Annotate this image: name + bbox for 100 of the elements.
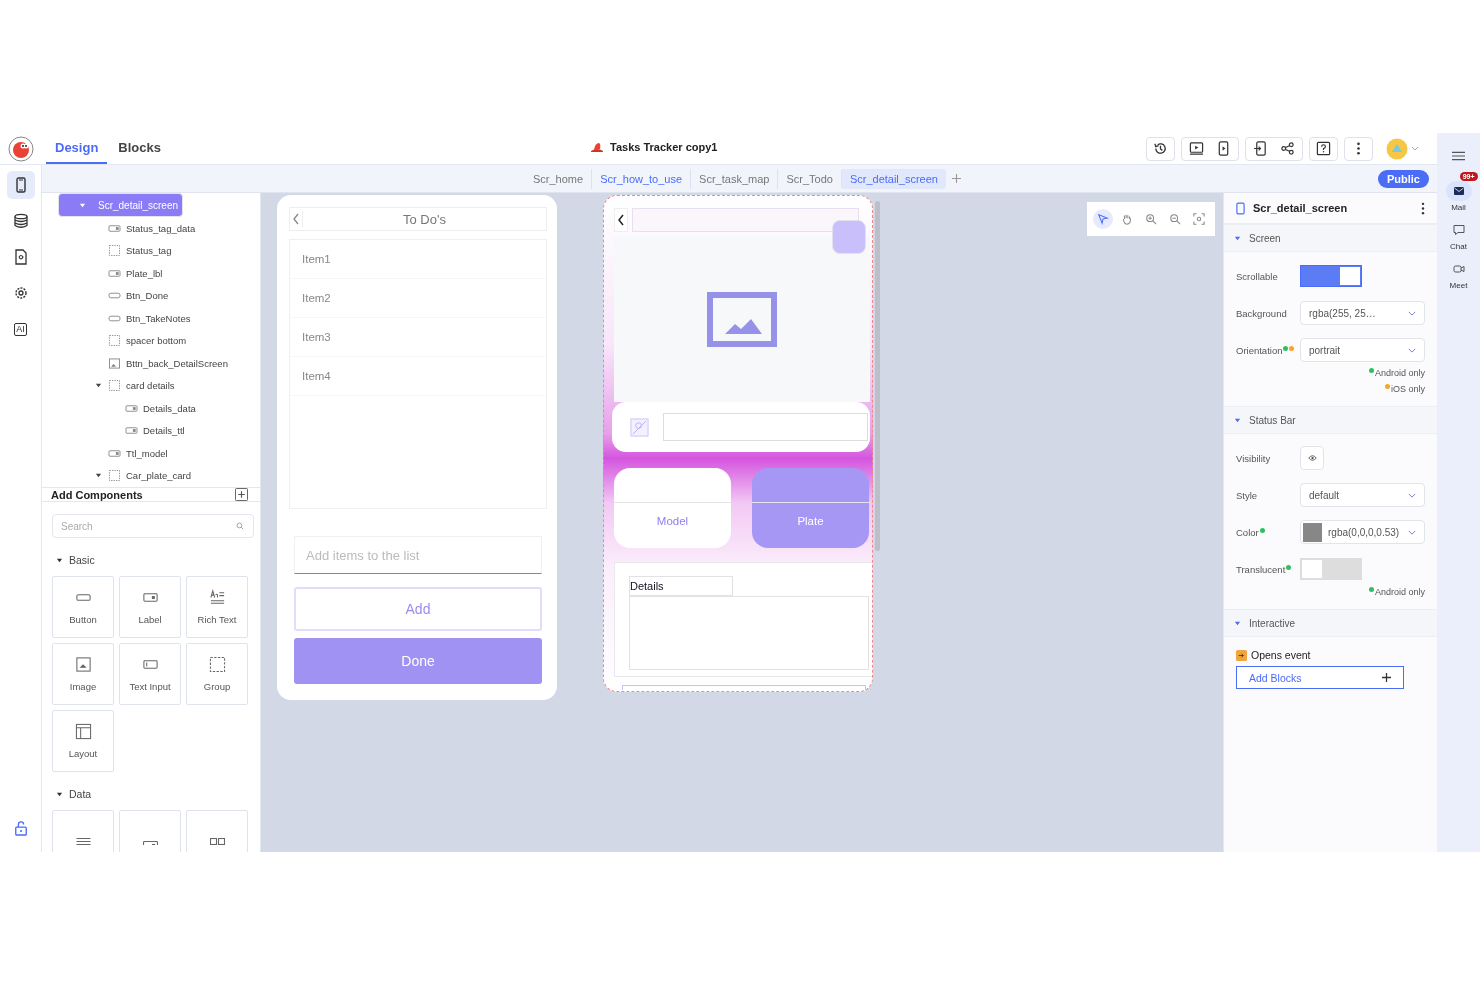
list-item[interactable]: Item2 [290, 279, 546, 318]
list-item[interactable]: Item3 [290, 318, 546, 357]
component-tile[interactable]: Label [119, 576, 181, 638]
layer-item[interactable]: Details_data [58, 397, 260, 420]
mode-tab[interactable]: Blocks [109, 133, 170, 164]
layer-item[interactable]: Status_tag_data [58, 217, 260, 240]
search-field[interactable]: Search [52, 514, 254, 538]
scrollbar[interactable] [875, 201, 880, 551]
caret-icon[interactable] [95, 382, 102, 390]
visibility-button[interactable] [1300, 446, 1324, 470]
component-tile[interactable]: Layout [52, 710, 114, 772]
dashed-square-icon [108, 245, 121, 257]
screen-tab[interactable]: Scr_task_map [690, 168, 778, 189]
mail-icon [1452, 185, 1465, 197]
share-icon[interactable] [1280, 141, 1295, 156]
screen-tab[interactable]: Scr_home [525, 168, 592, 189]
phone-preview-icon[interactable] [1216, 141, 1231, 156]
platform-note: Android only [1374, 587, 1425, 597]
dashed-square-icon [108, 335, 121, 347]
event-arrow-icon [1236, 649, 1247, 661]
field-label: Visibility [1236, 452, 1271, 464]
section-header[interactable]: Interactive [1224, 609, 1437, 637]
video-camera-icon [1452, 263, 1465, 275]
card-label: Plate [797, 515, 824, 527]
dropdown[interactable]: default [1300, 483, 1425, 507]
list-item[interactable]: Item1 [290, 240, 546, 279]
layer-item[interactable]: spacer bottom [58, 329, 260, 352]
platform-note: Android only [1374, 368, 1425, 378]
menu-icon[interactable] [1452, 151, 1465, 161]
component-tile[interactable]: Text Input [119, 643, 181, 705]
unlock-icon[interactable] [13, 820, 28, 836]
field-label: Background [1236, 307, 1287, 319]
toggle-switch[interactable] [1300, 265, 1362, 287]
phone-export-icon[interactable] [1253, 141, 1268, 156]
layer-item[interactable]: Bttn_back_DetailScreen [58, 352, 260, 375]
public-button[interactable]: Public [1378, 169, 1429, 188]
file-icon [12, 249, 29, 265]
section-header[interactable]: Basic [56, 554, 254, 566]
input-field[interactable]: Add items to the list [294, 536, 542, 574]
add-icon[interactable] [951, 174, 961, 183]
chevron-down-icon [1408, 347, 1416, 353]
status-tag [832, 220, 866, 254]
image-icon [74, 656, 92, 673]
hat-icon [590, 141, 604, 153]
layer-item[interactable]: Btn_Done [58, 284, 260, 307]
screen-tab[interactable]: Scr_detail_screen [840, 168, 946, 189]
dropdown[interactable]: portrait [1300, 338, 1425, 362]
layer-item[interactable]: Status_tag [58, 239, 260, 262]
add-square-icon[interactable] [235, 488, 248, 501]
layer-item[interactable]: Btn_TakeNotes [58, 307, 260, 330]
section-header[interactable]: Data [56, 788, 254, 800]
logo-icon[interactable] [8, 135, 34, 162]
rail-button[interactable] [6, 171, 35, 199]
caret-icon [1234, 619, 1241, 627]
image-icon [707, 291, 777, 347]
component-tile[interactable]: Button [52, 576, 114, 638]
label-icon [108, 267, 121, 279]
layer-item[interactable]: Ttl_model [58, 442, 260, 465]
more-icon[interactable] [1421, 201, 1425, 215]
search-icon [236, 522, 244, 530]
add-blocks-button[interactable]: Add Blocks [1236, 666, 1404, 689]
rail-button[interactable]: Meet [1445, 259, 1472, 290]
phone-icon [1236, 201, 1245, 215]
chevron-down-icon [1408, 310, 1416, 316]
chevron-down-icon [1408, 529, 1416, 535]
label-icon [125, 402, 138, 414]
layer-item[interactable]: Details_ttl [58, 419, 260, 442]
component-tile[interactable]: Image [52, 643, 114, 705]
layer-item[interactable]: card details [58, 374, 260, 397]
rail-button[interactable]: Chat [1445, 220, 1472, 251]
caret-icon [56, 556, 63, 564]
dropdown[interactable]: rgba(255, 25… [1300, 301, 1425, 325]
screen-tab[interactable]: Scr_Todo [777, 168, 841, 189]
section-header[interactable]: Status Bar [1224, 406, 1437, 434]
layer-item[interactable]: Car_plate_card [58, 464, 260, 487]
caret-icon [1234, 234, 1241, 242]
component-tile[interactable]: Rich Text [186, 576, 248, 638]
database-icon [12, 213, 29, 229]
rail-button[interactable]: AI [6, 315, 35, 343]
field-label: Scrollable [1236, 270, 1278, 282]
help-icon[interactable] [1316, 141, 1331, 156]
layer-item[interactable]: Plate_lbl [58, 262, 260, 285]
screen-tab[interactable]: Scr_how_to_use [591, 168, 691, 189]
pointer-icon [1097, 213, 1109, 225]
tool-button[interactable] [1093, 209, 1113, 229]
history-icon[interactable] [1153, 141, 1168, 156]
dropdown[interactable]: rgba(0,0,0,0.53) [1300, 520, 1425, 544]
back-icon[interactable] [614, 208, 628, 232]
event-name: Opens event [1251, 649, 1311, 661]
zoom-out-icon [1169, 213, 1181, 225]
platform-note: iOS only [1391, 384, 1425, 394]
dashed-square-icon [108, 470, 121, 482]
project-title: Tasks Tracker copy1 [610, 141, 718, 153]
text-lines-icon [208, 589, 226, 606]
layout-icon [74, 723, 92, 740]
component-tile[interactable]: Group [186, 643, 248, 705]
section-header[interactable]: Screen [1224, 224, 1437, 252]
list-item[interactable]: Item4 [290, 357, 546, 396]
caret-icon[interactable] [95, 472, 102, 480]
desktop-preview-icon[interactable] [1189, 141, 1204, 156]
